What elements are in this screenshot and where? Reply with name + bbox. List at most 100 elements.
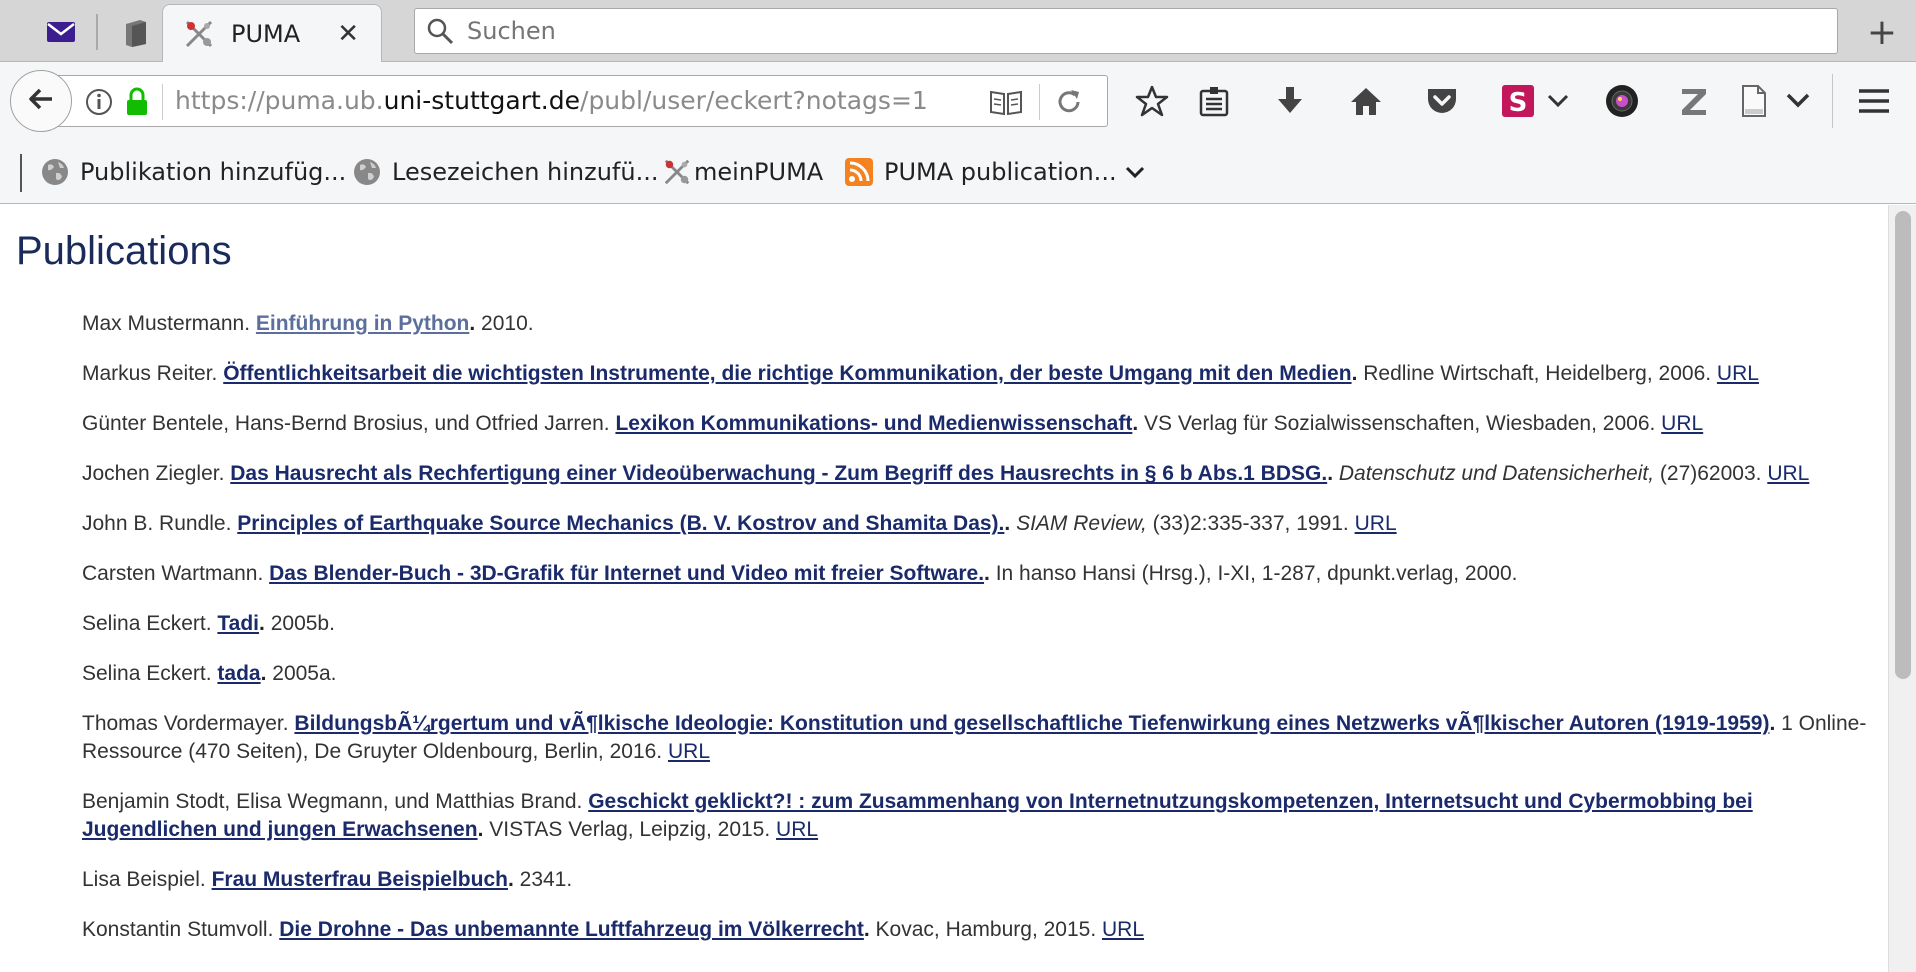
chevron-down-icon[interactable] <box>1540 79 1576 123</box>
puma-logo-icon <box>183 18 215 50</box>
publication-title-link[interactable]: Die Drohne - Das unbemannte Luftfahrzeug… <box>279 918 864 941</box>
publication-authors: Thomas Vordermayer. <box>82 712 295 735</box>
back-button[interactable] <box>10 70 72 132</box>
publication-url-link[interactable]: URL <box>1355 512 1397 535</box>
new-tab-button[interactable]: + <box>1860 10 1904 54</box>
download-icon[interactable] <box>1268 79 1312 123</box>
svg-text:S: S <box>1509 88 1528 118</box>
bookmark-label: PUMA publication... <box>884 158 1117 186</box>
publication-entry: Günter Bentele, Hans-Bernd Brosius, und … <box>82 412 1704 435</box>
publication-journal: Datenschutz und Datensicherheit, <box>1333 462 1655 485</box>
publication-title-link[interactable]: Einführung in Python <box>256 312 469 335</box>
url-text[interactable]: https://puma.ub.uni-stuttgart.de/publ/us… <box>175 86 928 115</box>
publication-entry: Jochen Ziegler. Das Hausrecht als Rechfe… <box>82 462 1810 485</box>
publication-details: 2005b. <box>264 612 335 635</box>
bookmark-star-icon[interactable] <box>1130 79 1174 123</box>
publication-authors: Benjamin Stodt, Elisa Wegmann, und Matth… <box>82 790 589 813</box>
extension-s-icon[interactable]: S <box>1496 79 1540 123</box>
publication-authors: Selina Eckert. <box>82 662 218 685</box>
tab-title: PUMA <box>231 20 301 48</box>
publication-title-link[interactable]: Principles of Earthquake Source Mechanic… <box>237 512 1004 535</box>
bookmark-label: Publikation hinzufüg... <box>80 158 347 186</box>
bookmark-label: meinPUMA <box>694 158 824 186</box>
publication-title-link[interactable]: Lexikon Kommunikations- und Medienwissen… <box>615 412 1132 435</box>
publication-url-link[interactable]: URL <box>668 740 710 763</box>
publication-details: (27)62003. <box>1654 462 1768 485</box>
puma-logo-icon <box>662 157 692 187</box>
info-icon[interactable] <box>85 88 113 116</box>
chevron-down-icon[interactable] <box>1125 158 1145 186</box>
publication-title-link[interactable]: Tadi <box>217 612 259 635</box>
publication-url-link[interactable]: URL <box>1767 462 1809 485</box>
publication-entry: Benjamin Stodt, Elisa Wegmann, und Matth… <box>82 790 1753 841</box>
reload-icon[interactable] <box>1053 86 1085 118</box>
toolbar-separator <box>1832 74 1833 128</box>
publication-title-link[interactable]: BildungsbÃ¼rgertum und vÃ¶lkische Ideolo… <box>294 712 1769 735</box>
publication-entry: Selina Eckert. tada. 2005a. <box>82 662 337 685</box>
publication-authors: Carsten Wartmann. <box>82 562 270 585</box>
publication-url-link[interactable]: URL <box>1661 412 1703 435</box>
bookmark-item[interactable]: Publikation hinzufüg... <box>40 152 346 192</box>
camera-lens-icon[interactable] <box>1600 79 1644 123</box>
publication-authors: Selina Eckert. <box>82 612 218 635</box>
address-bar[interactable]: https://puma.ub.uni-stuttgart.de/publ/us… <box>58 75 1108 127</box>
publication-entry: Markus Reiter. Öffentlichkeitsarbeit die… <box>82 362 1759 385</box>
bookmarks-toolbar: Publikation hinzufüg... Lesezeichen hinz… <box>0 140 1916 204</box>
bookmark-item[interactable]: PUMA publication... <box>844 152 1145 192</box>
tab-strip: PUMA ✕ + <box>0 0 1916 63</box>
publication-title-link[interactable]: Das Hausrecht als Rechfertigung einer Vi… <box>230 462 1327 485</box>
tab-puma[interactable]: PUMA ✕ <box>162 4 382 63</box>
lock-icon[interactable] <box>125 87 149 117</box>
publication-title-link[interactable]: Öffentlichkeitsarbeit die wichtigsten In… <box>223 362 1351 385</box>
chevron-down-icon[interactable] <box>1778 79 1818 123</box>
back-arrow-icon <box>26 84 56 118</box>
mail-icon[interactable] <box>34 14 88 50</box>
publication-details: (33)2:335-337, 1991. <box>1146 512 1355 535</box>
url-path: /publ/user/eckert?notags=1 <box>580 86 928 115</box>
bookmark-label: Lesezeichen hinzufü... <box>392 158 659 186</box>
tab-separator <box>96 14 98 50</box>
home-icon[interactable] <box>1344 79 1388 123</box>
url-host: uni-stuttgart.de <box>383 86 581 115</box>
publication-url-link[interactable]: URL <box>776 818 818 841</box>
publication-title-link[interactable]: Das Blender-Buch - 3D-Grafik für Interne… <box>269 562 984 585</box>
close-tab-icon[interactable]: ✕ <box>337 19 359 49</box>
publication-authors: Max Mustermann. <box>82 312 256 335</box>
publication-authors: Markus Reiter. <box>82 362 224 385</box>
rss-icon <box>844 157 874 187</box>
bookmark-item[interactable]: meinPUMA <box>662 152 823 192</box>
publication-authors: Konstantin Stumvoll. <box>82 918 280 941</box>
publication-details: 2005a. <box>266 662 337 685</box>
globe-icon <box>40 157 70 187</box>
bookmark-item[interactable]: Lesezeichen hinzufü... <box>352 152 658 192</box>
publication-details: 2010. <box>475 312 534 335</box>
hamburger-menu-icon[interactable] <box>1852 79 1896 123</box>
urlbar-divider <box>1039 84 1040 120</box>
publication-entry: Thomas Vordermayer. BildungsbÃ¼rgertum u… <box>82 712 1867 763</box>
vertical-scrollbar[interactable] <box>1888 205 1916 972</box>
publication-title-link[interactable]: tada <box>217 662 260 685</box>
globe-icon <box>352 157 382 187</box>
publication-url-link[interactable]: URL <box>1102 918 1144 941</box>
pinned-tab[interactable] <box>106 8 166 62</box>
publication-details: VS Verlag für Sozialwissenschaften, Wies… <box>1138 412 1662 435</box>
search-bar[interactable] <box>414 8 1838 54</box>
publication-entry: Max Mustermann. Einführung in Python. 20… <box>82 312 534 335</box>
publication-entry: Konstantin Stumvoll. Die Drohne - Das un… <box>82 918 1145 941</box>
page-icon[interactable] <box>1732 79 1776 123</box>
book-icon <box>122 18 150 52</box>
scrollbar-thumb[interactable] <box>1895 211 1911 679</box>
publication-details: Kovac, Hamburg, 2015. <box>869 918 1102 941</box>
bookmarks-library-icon[interactable] <box>1192 79 1236 123</box>
search-input[interactable] <box>467 17 1767 45</box>
publication-entry: Carsten Wartmann. Das Blender-Buch - 3D-… <box>82 562 1518 585</box>
search-icon <box>425 16 455 46</box>
pocket-icon[interactable] <box>1420 79 1464 123</box>
url-scheme: https://puma.ub. <box>175 86 384 115</box>
publication-url-link[interactable]: URL <box>1717 362 1759 385</box>
reader-view-icon[interactable] <box>989 87 1023 117</box>
publication-title-link[interactable]: Frau Musterfrau Beispielbuch <box>212 868 508 891</box>
urlbar-divider <box>162 84 163 120</box>
zotero-icon[interactable] <box>1672 79 1716 123</box>
publication-authors: Jochen Ziegler. <box>82 462 231 485</box>
